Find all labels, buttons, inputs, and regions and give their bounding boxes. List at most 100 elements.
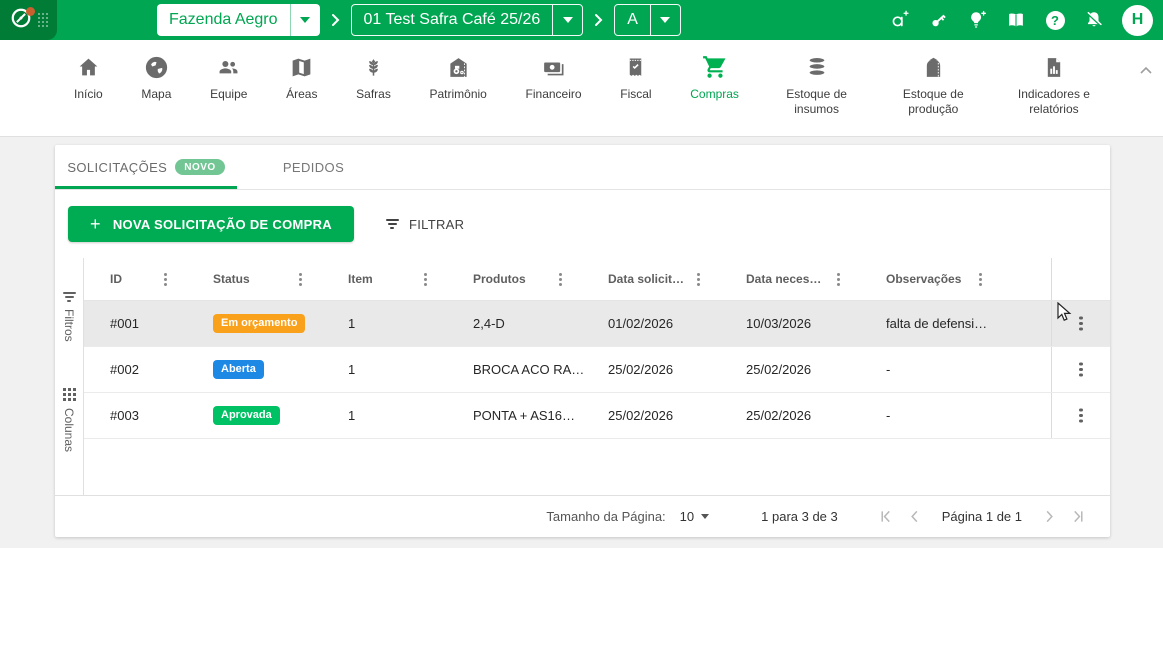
nav-item-estoque-producao[interactable]: Estoque de produção [894,54,972,117]
cell-id: #003 [84,393,195,438]
row-actions-cell[interactable] [1051,393,1110,438]
page-size-select[interactable]: 10 [680,509,709,524]
column-header-data-necessidade[interactable]: Data neces… [728,258,868,300]
grid-side-toolbar: Filtros Colunas [55,258,84,495]
nav-item-areas[interactable]: Áreas [286,54,317,102]
topbar-actions: ? H [888,5,1163,36]
cell-item: 1 [330,347,455,392]
nav-label: Áreas [286,87,317,102]
row-actions-cell[interactable] [1051,347,1110,392]
nav-item-patrimonio[interactable]: Patrimônio [430,54,487,102]
column-header-observacoes[interactable]: Observações [868,258,1010,300]
nav-item-equipe[interactable]: Equipe [210,54,247,102]
apps-grip-icon[interactable] [38,13,48,27]
column-header-data-solicitacao[interactable]: Data solicit… [590,258,728,300]
table-row[interactable]: #002 Aberta 1 BROCA ACO RA… 25/02/2026 2… [84,347,1110,393]
row-menu-icon[interactable] [1079,368,1083,372]
tab-pedidos[interactable]: PEDIDOS [237,145,390,189]
map-icon [289,54,314,80]
cell-id: #001 [84,301,195,346]
last-page-icon[interactable] [1071,509,1086,524]
novo-badge: NOVO [175,159,224,175]
rows-range: 1 para 3 de 3 [761,509,838,524]
app-logo-chip[interactable] [0,0,57,40]
plus-icon: + [90,215,101,233]
chevron-down-icon [563,17,573,23]
breadcrumb-chevron-icon [331,13,340,27]
column-header-produtos[interactable]: Produtos [455,258,590,300]
row-menu-icon[interactable] [1079,322,1083,326]
wheat-icon [362,54,385,80]
column-menu-icon[interactable] [299,278,302,281]
book-guide-icon[interactable] [1005,9,1027,31]
filter-button[interactable]: FILTRAR [386,217,464,232]
nav-item-inicio[interactable]: Início [74,54,103,102]
nav-item-estoque-insumos[interactable]: Estoque de insumos [778,54,856,117]
nav-label: Estoque de insumos [778,87,856,117]
column-header-status[interactable]: Status [195,258,330,300]
status-badge: Aberta [213,360,264,379]
columns-panel-button[interactable]: Colunas [62,388,76,452]
pinned-header-cell [1051,258,1110,300]
receipt-icon [624,54,647,80]
table-row[interactable]: #001 Em orçamento 1 2,4-D 01/02/2026 10/… [84,301,1110,347]
key-icon[interactable] [927,9,949,31]
plot-selector-caret[interactable] [650,5,680,35]
assistant-add-icon[interactable] [888,9,910,31]
column-menu-icon[interactable] [559,278,562,281]
harvest-selector[interactable]: 01 Test Safra Café 25/26 [351,4,584,36]
collapse-nav-icon[interactable] [1139,62,1153,80]
column-header-id[interactable]: ID [84,258,195,300]
farm-selector[interactable]: Fazenda Aegro [157,4,320,36]
tab-solicitacoes[interactable]: SOLICITAÇÕES NOVO [55,145,237,189]
nav-label: Financeiro [526,87,582,102]
farm-selector-caret[interactable] [290,4,320,36]
lightbulb-tip-icon[interactable] [966,9,988,31]
filter-icon [386,219,399,229]
row-actions-cell[interactable] [1051,301,1110,346]
nav-item-mapa[interactable]: Mapa [141,54,171,102]
new-request-button[interactable]: + NOVA SOLICITAÇÃO DE COMPRA [68,206,354,242]
nav-label: Início [74,87,103,102]
cell-status: Em orçamento [195,301,330,346]
column-menu-icon[interactable] [424,278,427,281]
next-page-icon[interactable] [1042,509,1057,524]
previous-page-icon[interactable] [907,509,922,524]
column-menu-icon[interactable] [697,278,700,281]
page-indicator: Página 1 de 1 [942,509,1022,524]
nav-item-indicadores[interactable]: Indicadores e relatórios [1011,54,1097,117]
user-avatar[interactable]: H [1122,5,1153,36]
nav-item-fiscal[interactable]: Fiscal [620,54,651,102]
help-icon[interactable]: ? [1044,9,1066,31]
table-empty-space [84,439,1110,495]
nav-label: Safras [356,87,391,102]
column-menu-icon[interactable] [837,278,840,281]
column-menu-icon[interactable] [979,278,982,281]
columns-grid-icon [63,388,76,401]
column-menu-icon[interactable] [164,278,167,281]
notifications-off-icon[interactable] [1083,9,1105,31]
status-badge: Aprovada [213,406,280,425]
tab-label: PEDIDOS [283,160,344,175]
column-header-item[interactable]: Item [330,258,455,300]
row-menu-icon[interactable] [1079,414,1083,418]
toolbar: + NOVA SOLICITAÇÃO DE COMPRA FILTRAR [55,190,1110,258]
coins-stack-icon [804,54,830,80]
first-page-icon[interactable] [878,509,893,524]
cell-data-necessidade: 25/02/2026 [728,347,868,392]
filters-panel-button[interactable]: Filtros [62,292,76,342]
nav-item-safras[interactable]: Safras [356,54,391,102]
cell-observacoes: - [868,347,1010,392]
page-size-label: Tamanho da Página: [546,509,665,524]
harvest-selector-caret[interactable] [552,5,582,35]
nav-item-compras[interactable]: Compras [690,54,739,102]
requests-table: ID Status Item Produtos Data solicit… Da… [84,258,1110,495]
tabbar: SOLICITAÇÕES NOVO PEDIDOS [55,145,1110,190]
plot-selector[interactable]: A [614,4,681,36]
cell-item: 1 [330,301,455,346]
table-zone: Filtros Colunas ID Status Item Produtos … [55,258,1110,495]
pagination-controls: Página 1 de 1 [878,509,1086,524]
table-row[interactable]: #003 Aprovada 1 PONTA + AS16… 25/02/2026… [84,393,1110,439]
nav-item-financeiro[interactable]: Financeiro [526,54,582,102]
filter-label: FILTRAR [409,217,464,232]
